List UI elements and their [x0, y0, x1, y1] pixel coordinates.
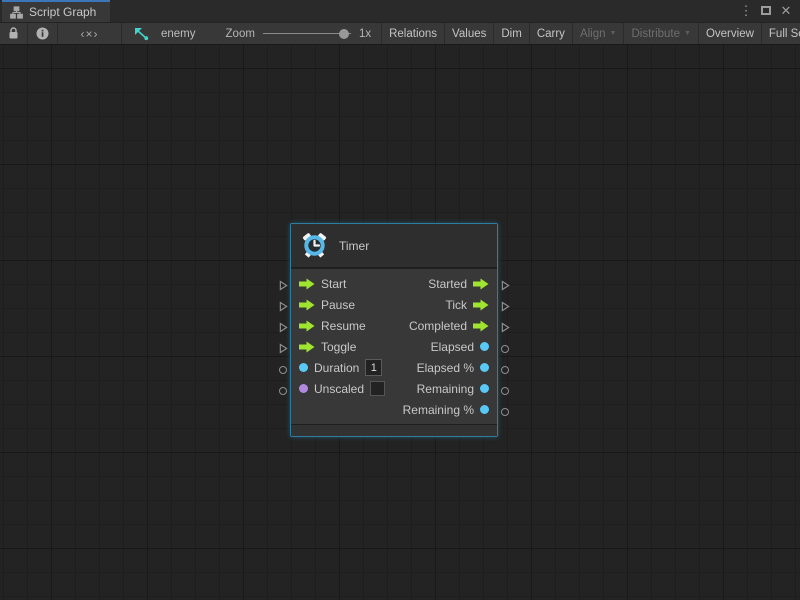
- graph-name: enemy: [161, 28, 196, 40]
- toolbar-right-group: Relations Values Dim Carry Align ▼ Distr…: [382, 23, 800, 44]
- node-title: Timer: [339, 239, 369, 253]
- external-ports-right: [498, 223, 512, 422]
- output-flow-port-tick[interactable]: Tick: [445, 298, 489, 312]
- value-dot-icon: [299, 384, 308, 393]
- flow-arrow-icon: [473, 299, 489, 311]
- zoom-value: 1x: [359, 28, 371, 40]
- graph-hierarchy-icon: [10, 6, 23, 19]
- external-flow-port[interactable]: [276, 317, 290, 338]
- external-flow-port[interactable]: [498, 275, 512, 296]
- close-icon[interactable]: ✕: [778, 1, 794, 21]
- external-ports-left: [276, 223, 290, 401]
- output-value-port-elapsed-percent[interactable]: Elapsed %: [417, 361, 489, 375]
- code-icon: ‹×›: [81, 27, 99, 41]
- node-footer: [291, 424, 497, 436]
- external-flow-port[interactable]: [276, 296, 290, 317]
- external-value-port[interactable]: [498, 338, 512, 359]
- external-flow-port[interactable]: [498, 317, 512, 338]
- port-row: Remaining %: [291, 399, 497, 420]
- flow-arrow-icon: [299, 278, 315, 290]
- timer-node-header[interactable]: Timer: [291, 224, 497, 269]
- titlebar: Script Graph ⋮ ✕: [0, 0, 800, 22]
- value-dot-icon: [480, 405, 489, 414]
- distribute-dropdown[interactable]: Distribute ▼: [624, 23, 699, 44]
- relations-button[interactable]: Relations: [382, 23, 445, 44]
- carry-button[interactable]: Carry: [530, 23, 573, 44]
- chevron-down-icon: ▼: [684, 30, 691, 37]
- zoom-slider[interactable]: [263, 28, 351, 40]
- window-controls: ⋮ ✕: [738, 0, 800, 22]
- port-row: Start Started: [291, 273, 497, 294]
- zoom-slider-thumb[interactable]: [339, 29, 349, 39]
- flow-arrow-icon: [299, 299, 315, 311]
- port-row: Resume Completed: [291, 315, 497, 336]
- output-flow-port-started[interactable]: Started: [428, 277, 489, 291]
- external-value-port[interactable]: [276, 359, 290, 380]
- value-dot-icon: [480, 363, 489, 372]
- graph-canvas[interactable]: Timer Start Started: [0, 45, 800, 600]
- zoom-label: Zoom: [226, 28, 255, 40]
- dim-button[interactable]: Dim: [494, 23, 529, 44]
- external-value-port[interactable]: [498, 359, 512, 380]
- input-flow-port-resume[interactable]: Resume: [299, 319, 366, 333]
- flow-arrow-icon: [473, 278, 489, 290]
- tab-script-graph[interactable]: Script Graph: [2, 0, 110, 22]
- port-row: Duration Elapsed %: [291, 357, 497, 378]
- flow-arrow-icon: [299, 341, 315, 353]
- value-dot-icon: [480, 342, 489, 351]
- port-row: Pause Tick: [291, 294, 497, 315]
- info-icon: [36, 27, 49, 40]
- lock-button[interactable]: [0, 23, 28, 44]
- unscaled-checkbox[interactable]: [370, 381, 385, 396]
- tab-label: Script Graph: [29, 5, 96, 19]
- external-flow-port[interactable]: [276, 338, 290, 359]
- input-flow-port-pause[interactable]: Pause: [299, 298, 355, 312]
- output-value-port-elapsed[interactable]: Elapsed: [431, 340, 489, 354]
- script-graph-window: Script Graph ⋮ ✕ ‹×› enemy: [0, 0, 800, 600]
- value-dot-icon: [480, 384, 489, 393]
- external-value-port[interactable]: [498, 380, 512, 401]
- toolbar: ‹×› enemy Zoom 1x Relations Values Dim C…: [0, 22, 800, 45]
- flow-arrow-icon: [473, 320, 489, 332]
- value-dot-icon: [299, 363, 308, 372]
- timer-node[interactable]: Timer Start Started: [290, 223, 498, 437]
- input-flow-port-toggle[interactable]: Toggle: [299, 340, 356, 354]
- duration-input[interactable]: [365, 359, 382, 376]
- code-view-button[interactable]: ‹×›: [58, 23, 122, 44]
- port-row: Unscaled Remaining: [291, 378, 497, 399]
- input-value-port-duration[interactable]: Duration: [299, 359, 382, 376]
- flow-arrow-icon: [299, 320, 315, 332]
- port-row: Toggle Elapsed: [291, 336, 497, 357]
- maximize-icon[interactable]: [758, 1, 774, 21]
- alarm-clock-icon: [301, 232, 328, 259]
- chevron-down-icon: ▼: [610, 30, 617, 37]
- output-value-port-remaining-percent[interactable]: Remaining %: [403, 403, 489, 417]
- output-flow-port-completed[interactable]: Completed: [409, 319, 489, 333]
- graph-breadcrumb[interactable]: enemy: [122, 23, 210, 44]
- info-button[interactable]: [28, 23, 58, 44]
- node-body: Start Started Pause Tick: [291, 269, 497, 424]
- timer-node-area: Timer Start Started: [276, 223, 512, 437]
- graph-asset-icon: [134, 27, 149, 41]
- values-button[interactable]: Values: [445, 23, 494, 44]
- more-options-icon[interactable]: ⋮: [738, 1, 754, 21]
- input-flow-port-start[interactable]: Start: [299, 277, 346, 291]
- external-value-port[interactable]: [498, 401, 512, 422]
- external-flow-port[interactable]: [498, 296, 512, 317]
- output-value-port-remaining[interactable]: Remaining: [417, 382, 489, 396]
- full-screen-button[interactable]: Full Screen: [762, 23, 800, 44]
- align-dropdown[interactable]: Align ▼: [573, 23, 625, 44]
- overview-button[interactable]: Overview: [699, 23, 762, 44]
- zoom-section: Zoom 1x: [210, 23, 383, 44]
- lock-icon: [8, 27, 19, 40]
- zoom-slider-track: [263, 33, 351, 34]
- external-value-port[interactable]: [276, 380, 290, 401]
- input-value-port-unscaled[interactable]: Unscaled: [299, 381, 385, 396]
- external-flow-port[interactable]: [276, 275, 290, 296]
